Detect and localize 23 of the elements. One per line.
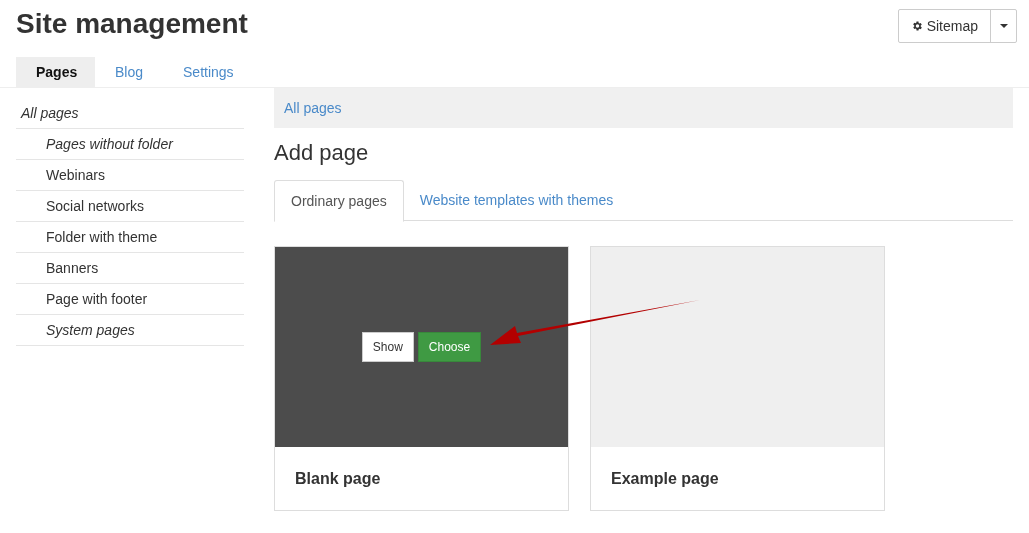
page-title: Site management xyxy=(16,7,248,41)
card-title: Example page xyxy=(611,468,719,489)
sidebar-item[interactable]: Social networks xyxy=(16,191,244,222)
sidebar-item[interactable]: Folder with theme xyxy=(16,222,244,253)
tab[interactable]: Ordinary pages xyxy=(274,180,404,222)
sidebar-item[interactable]: Banners xyxy=(16,253,244,284)
sidebar-item[interactable]: Webinars xyxy=(16,160,244,191)
settings-icon xyxy=(910,20,923,32)
tab[interactable]: Settings xyxy=(163,57,254,87)
tab[interactable]: Pages xyxy=(16,57,95,87)
sidebar-item[interactable]: Page with footer xyxy=(16,284,244,315)
tab[interactable]: Website templates with themes xyxy=(403,180,630,221)
page-card[interactable]: Show Choose Blank page xyxy=(274,246,569,511)
sidebar-item[interactable]: All pages xyxy=(16,98,244,129)
sidebar-item[interactable]: System pages xyxy=(16,315,244,346)
card-title: Blank page xyxy=(295,468,381,489)
tab[interactable]: Blog xyxy=(95,57,164,87)
show-button[interactable]: Show xyxy=(361,332,414,362)
caret-icon xyxy=(999,24,1008,28)
page-card[interactable]: Example page xyxy=(590,246,885,511)
section-heading: Add page xyxy=(274,139,370,167)
sidebar-item[interactable]: Pages without folder xyxy=(16,129,244,160)
choose-button[interactable]: Choose xyxy=(417,332,482,362)
